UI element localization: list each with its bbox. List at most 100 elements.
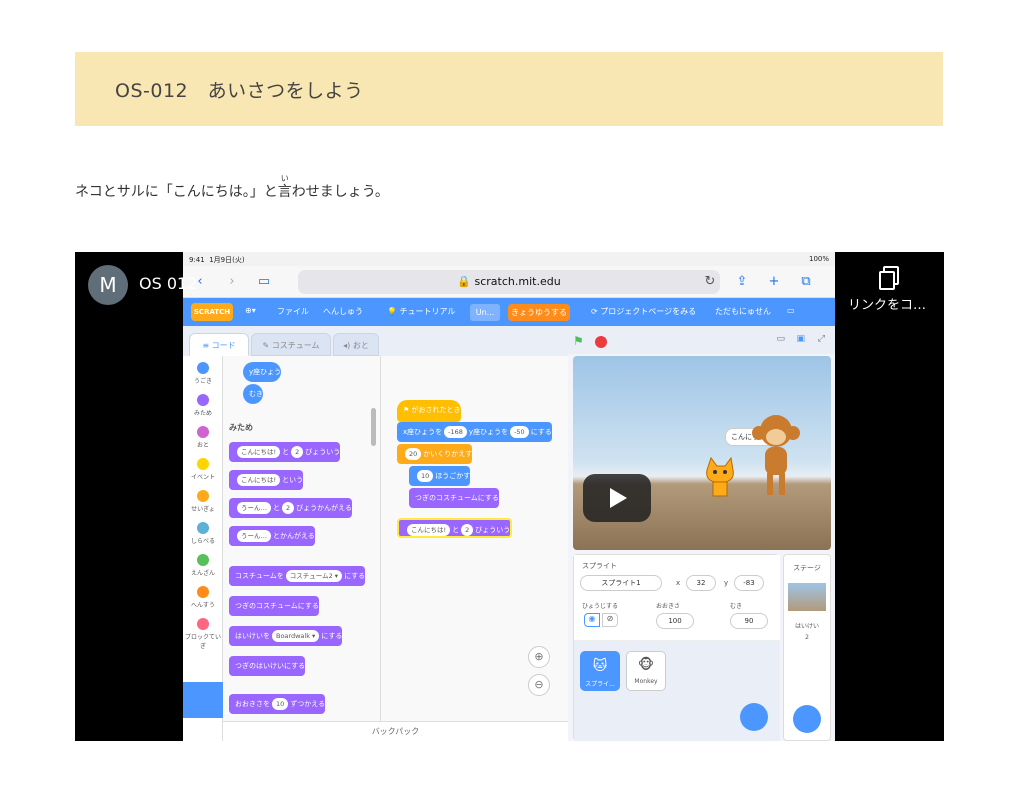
fullscreen-icon[interactable]: ⤢ bbox=[818, 334, 825, 344]
hide-icon[interactable]: ⊘ bbox=[602, 613, 618, 627]
category-my-blocks[interactable]: ブロックていぎ bbox=[183, 618, 223, 650]
monkey-sprite[interactable] bbox=[751, 411, 801, 501]
block-say-script[interactable]: こんにちは! と 2 びょういう bbox=[397, 518, 513, 538]
category-events[interactable]: イベント bbox=[183, 458, 223, 481]
block-change-size[interactable]: おおきさを 10 ずつかえる bbox=[229, 694, 326, 714]
video-title[interactable]: OS 012 bbox=[139, 274, 197, 293]
menu-file[interactable]: ファイル bbox=[277, 306, 309, 317]
show-icon[interactable]: ◉ bbox=[584, 613, 600, 627]
sprite-thumb-cat[interactable]: 🐱 スプライ... bbox=[580, 651, 620, 691]
category-motion[interactable]: うごき bbox=[183, 362, 223, 385]
size-field[interactable]: 100 bbox=[656, 613, 694, 629]
new-tab-icon[interactable]: + bbox=[767, 275, 781, 289]
palette-scrollbar[interactable] bbox=[371, 408, 376, 446]
block-y-position[interactable]: y座ひょう bbox=[243, 362, 282, 382]
stage-label: ステージ bbox=[793, 564, 821, 572]
category-operators[interactable]: えんざん bbox=[183, 554, 223, 577]
video-player[interactable]: 9:41 1月9日(火) 100% ‹ › ▭ 🔒 scratch.mit.ed… bbox=[75, 252, 944, 741]
category-looks[interactable]: みため bbox=[183, 394, 223, 417]
intro-pre: ネコとサルに「こんにちは。」と bbox=[75, 184, 278, 200]
code-area[interactable]: ⚑ がおされたとき x座ひょうを -168 y座ひょうを -50 にする 20 かいくりか… bbox=[381, 356, 568, 721]
channel-avatar[interactable]: M bbox=[88, 265, 128, 305]
menu-edit[interactable]: へんしゅう bbox=[323, 306, 363, 317]
tabs-icon[interactable]: ⧉ bbox=[799, 275, 813, 289]
block-think[interactable]: うーん… とかんがえる bbox=[229, 526, 315, 546]
block-move[interactable]: 10 ほうごかす bbox=[409, 466, 471, 486]
direction-field[interactable]: 90 bbox=[730, 613, 768, 629]
block-next-backdrop[interactable]: つぎのはいけいにする bbox=[229, 656, 306, 676]
block-think-for-secs[interactable]: うーん… と 2 びょうかんがえる bbox=[229, 498, 352, 518]
project-title[interactable]: Un... bbox=[470, 304, 500, 321]
block-switch-costume[interactable]: コスチュームを コスチューム2 ▾ にする bbox=[229, 566, 366, 586]
small-stage-icon[interactable]: ▭ bbox=[776, 334, 785, 344]
add-backdrop-button[interactable] bbox=[793, 705, 821, 733]
scratch-logo[interactable]: SCRATCH bbox=[191, 303, 233, 321]
block-goto-xy[interactable]: x座ひょうを -168 y座ひょうを -50 にする bbox=[397, 422, 552, 442]
block-next-costume-script[interactable]: つぎのコスチュームにする bbox=[409, 488, 499, 508]
sprite-name-field[interactable]: スプライト1 bbox=[580, 575, 662, 591]
add-sprite-button[interactable] bbox=[740, 703, 768, 731]
tab-code[interactable]: ≡ コード bbox=[189, 333, 249, 356]
block-say-for-secs[interactable]: こんにちは! と 2 びょういう bbox=[229, 442, 341, 462]
share-button[interactable]: きょうゆうする bbox=[508, 304, 570, 321]
ruby-kanji: 言い bbox=[278, 174, 292, 202]
tab-costumes[interactable]: ✎ コスチューム bbox=[251, 333, 331, 356]
sprite-label: スプライト bbox=[582, 562, 617, 570]
category-dot bbox=[197, 490, 209, 502]
lock-icon: 🔒 bbox=[457, 275, 471, 288]
stop-button[interactable] bbox=[595, 336, 607, 348]
block-direction[interactable]: むき bbox=[243, 384, 263, 404]
category-dot bbox=[197, 586, 209, 598]
category-dot bbox=[197, 458, 209, 470]
forward-icon[interactable]: › bbox=[225, 275, 239, 289]
globe-icon[interactable]: ⊕▾ bbox=[245, 306, 256, 315]
green-flag-button[interactable]: ⚑ bbox=[573, 334, 587, 348]
extension-button[interactable] bbox=[183, 682, 223, 718]
backpack[interactable]: バックパック bbox=[223, 721, 568, 741]
title-banner: OS-012 あいさつをしよう bbox=[75, 52, 943, 126]
sprite-thumb-monkey[interactable]: 🐵 Monkey bbox=[626, 651, 666, 691]
monkey-thumb-icon: 🐵 bbox=[637, 657, 655, 673]
category-dot bbox=[197, 362, 209, 374]
backdrops-label: はいけい bbox=[794, 623, 819, 630]
category-sound[interactable]: おと bbox=[183, 426, 223, 449]
scratch-menubar: SCRATCH ⊕▾ ファイル へんしゅう 💡 チュートリアル Un... きょ… bbox=[183, 298, 835, 326]
reload-icon[interactable]: ↻ bbox=[703, 275, 717, 289]
copy-icon bbox=[876, 266, 899, 290]
block-switch-backdrop[interactable]: はいけいを Boardwalk ▾ にする bbox=[229, 626, 343, 646]
see-project-button[interactable]: ⟳ プロジェクトページをみる bbox=[591, 306, 696, 317]
y-field[interactable]: -83 bbox=[734, 575, 764, 591]
zoom-in-icon[interactable]: ⊕ bbox=[528, 646, 550, 668]
section-looks: みため bbox=[229, 423, 253, 432]
category-control[interactable]: せいぎょ bbox=[183, 490, 223, 513]
tutorial-icon: 💡 bbox=[387, 307, 397, 316]
stage-target-pane[interactable]: ステージ はいけい 2 bbox=[783, 554, 831, 741]
y-label: y bbox=[724, 579, 729, 587]
block-when-flag-clicked[interactable]: ⚑ がおされたとき bbox=[397, 400, 461, 422]
block-say[interactable]: こんにちは! という bbox=[229, 470, 304, 490]
zoom-out-icon[interactable]: ⊖ bbox=[528, 674, 550, 696]
folder-icon[interactable]: ▭ bbox=[787, 306, 795, 315]
play-button[interactable] bbox=[583, 474, 651, 522]
category-sensing[interactable]: しらべる bbox=[183, 522, 223, 545]
copy-link-button[interactable]: リンクをコ… bbox=[837, 266, 937, 313]
block-next-costume[interactable]: つぎのコスチュームにする bbox=[229, 596, 319, 616]
block-palette: y座ひょう むき みため こんにちは! と 2 びょういう こんにちは! という うーん… bbox=[223, 356, 381, 721]
sprite-info: スプライト スプライト1 x 32 y -83 ひょうじする ◉ ⊘ おおきさ … bbox=[574, 555, 780, 641]
battery: 100% bbox=[808, 255, 829, 263]
share-icon[interactable]: ⇪ bbox=[735, 275, 749, 289]
x-field[interactable]: 32 bbox=[686, 575, 716, 591]
block-repeat[interactable]: 20 かいくりかえす bbox=[397, 444, 473, 464]
tab-sounds[interactable]: ◂) おと bbox=[333, 333, 379, 356]
cat-sprite[interactable] bbox=[703, 456, 737, 502]
copy-link-label: リンクをコ… bbox=[847, 298, 926, 313]
bookmarks-icon[interactable]: ▭ bbox=[257, 275, 271, 289]
video-frame[interactable]: 9:41 1月9日(火) 100% ‹ › ▭ 🔒 scratch.mit.ed… bbox=[183, 252, 835, 741]
user-menu[interactable]: ただもにゅせん bbox=[715, 306, 771, 317]
url-bar[interactable]: 🔒 scratch.mit.edu bbox=[298, 270, 720, 294]
intro-text: ネコとサルに「こんにちは。」と言いわせましょう。 bbox=[75, 174, 389, 202]
category-variables[interactable]: へんすう bbox=[183, 586, 223, 609]
backdrops-count: 2 bbox=[805, 634, 809, 641]
menu-tutorial[interactable]: 💡 チュートリアル bbox=[387, 306, 455, 317]
large-stage-icon[interactable]: ▣ bbox=[796, 334, 805, 344]
